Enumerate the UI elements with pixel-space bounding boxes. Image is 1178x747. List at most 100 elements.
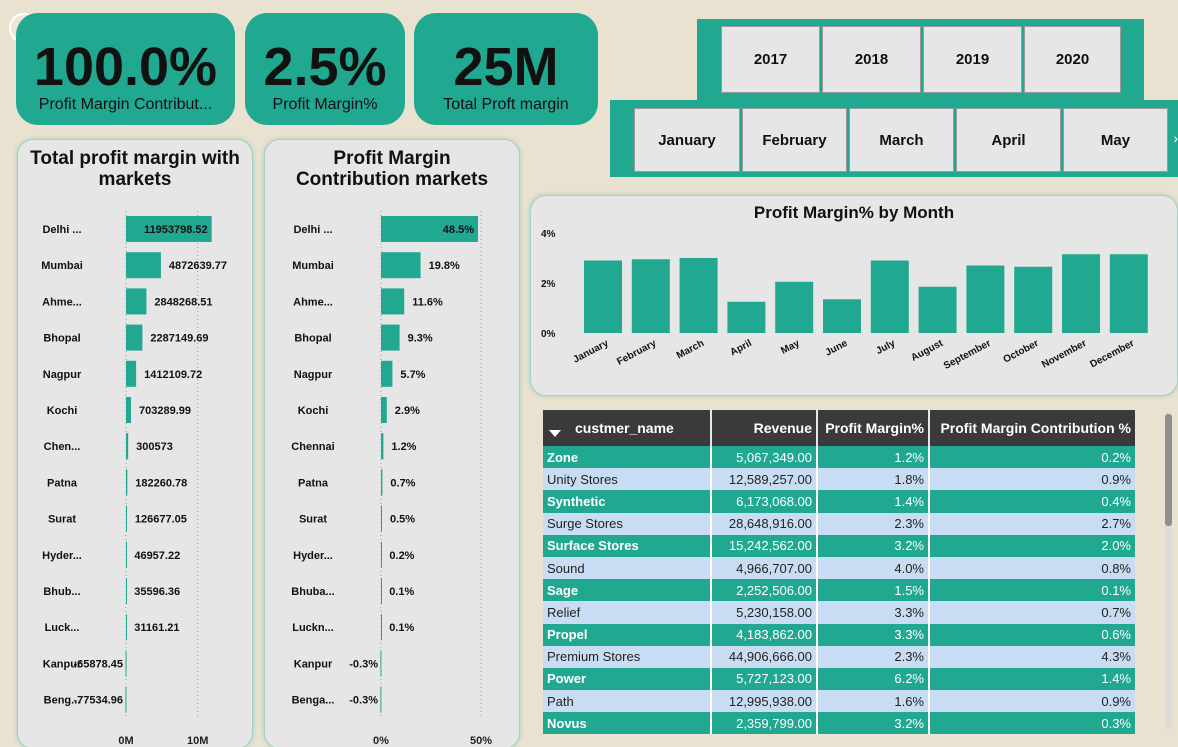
table-row[interactable]: Power 5,727,123.00 6.2% 1.4%	[543, 667, 1135, 691]
month-button-march[interactable]: March	[849, 108, 954, 172]
table-row[interactable]: Surface Stores 15,242,562.00 3.2% 2.0%	[543, 534, 1135, 557]
cell-profit-margin-pct: 4.0%	[817, 556, 930, 580]
bar[interactable]	[380, 686, 382, 713]
bar[interactable]	[126, 505, 127, 532]
column-bar[interactable]	[727, 301, 766, 333]
x-tick-label: 10M	[187, 735, 208, 747]
month-button-april[interactable]: April	[956, 108, 1061, 172]
category-label: Mumbai	[292, 260, 334, 272]
cell-revenue: 15,242,562.00	[711, 534, 818, 557]
cell-profit-margin-contribution: 4.3%	[929, 645, 1135, 668]
column-chart-svg: 4% 2% 0% January February March April May June Ju…	[541, 229, 1148, 372]
table-row[interactable]: Sound 4,966,707.00 4.0% 0.8%	[543, 556, 1135, 580]
bar[interactable]	[126, 397, 132, 423]
bar[interactable]	[126, 433, 129, 460]
category-label: Bhub...	[43, 586, 80, 598]
data-label: 1412109.72	[144, 369, 202, 381]
table-row[interactable]: Premium Stores 44,906,666.00 2.3% 4.3%	[543, 645, 1135, 668]
category-label: Patna	[47, 477, 78, 489]
cell-profit-margin-contribution: 2.0%	[929, 534, 1135, 557]
column-bar[interactable]	[775, 281, 814, 333]
bar[interactable]	[381, 324, 400, 351]
month-button-february[interactable]: February	[742, 108, 847, 172]
bar-chart-svg: 0M 10M Delhi ... 11953798.52 Mumbai 4872639.7…	[41, 211, 227, 747]
bar[interactable]	[381, 578, 382, 604]
cell-profit-margin-pct: 2.3%	[817, 645, 930, 668]
slicer-scroll-right-icon[interactable]: ›	[1173, 130, 1178, 146]
bar[interactable]	[381, 469, 383, 496]
bar[interactable]	[126, 541, 127, 568]
cell-customer-name: Surge Stores	[543, 512, 712, 535]
year-button-2020[interactable]: 2020	[1024, 26, 1121, 93]
year-button-2018[interactable]: 2018	[822, 26, 921, 93]
cell-customer-name: Path	[543, 690, 712, 713]
column-header-revenue[interactable]: Revenue	[711, 410, 818, 446]
chart-profit-margin-contribution-markets: Profit Margin Contribution markets 0% 50%…	[264, 139, 520, 747]
bar[interactable]	[126, 288, 147, 315]
column-bar[interactable]	[1062, 254, 1100, 333]
table-row[interactable]: Surge Stores 28,648,916.00 2.3% 2.7%	[543, 512, 1135, 535]
bar[interactable]	[125, 686, 127, 713]
column-bar[interactable]	[679, 258, 718, 333]
bar[interactable]	[381, 252, 421, 279]
bar[interactable]	[126, 578, 127, 604]
month-button-may[interactable]: May	[1063, 108, 1168, 172]
cell-profit-margin-pct: 1.2%	[817, 446, 930, 469]
table-row[interactable]: Path 12,995,938.00 1.6% 0.9%	[543, 690, 1135, 713]
kpi-label: Profit Margin%	[272, 96, 378, 113]
column-bar[interactable]	[823, 299, 861, 333]
data-label: 703289.99	[139, 405, 191, 417]
bar[interactable]	[381, 288, 405, 315]
column-bar[interactable]	[870, 260, 909, 334]
bar[interactable]	[381, 433, 384, 460]
category-label: Luck...	[45, 622, 80, 634]
data-label: -77534.96	[73, 695, 123, 707]
x-tick-label: October	[1002, 338, 1041, 366]
category-label: Surat	[299, 514, 327, 526]
bar[interactable]	[381, 505, 382, 532]
bar[interactable]	[380, 650, 382, 677]
table-row[interactable]: Novus 2,359,799.00 3.2% 0.3%	[543, 712, 1135, 735]
table-row[interactable]: Propel 4,183,862.00 3.3% 0.6%	[543, 623, 1135, 646]
column-bar[interactable]	[918, 286, 957, 333]
bar[interactable]	[126, 252, 161, 279]
data-label: 5.7%	[400, 369, 425, 381]
bar[interactable]	[125, 650, 127, 677]
table-row[interactable]: Unity Stores 12,589,257.00 1.8% 0.9%	[543, 468, 1135, 491]
bar[interactable]	[381, 360, 393, 387]
table-scrollbar[interactable]	[1165, 412, 1172, 730]
month-button-january[interactable]: January	[634, 108, 740, 172]
column-bar[interactable]	[966, 265, 1005, 334]
column-header-profit-margin-contribution[interactable]: Profit Margin Contribution %	[929, 410, 1135, 446]
column-header-customer-name[interactable]: custmer_name	[543, 410, 712, 446]
bar[interactable]	[126, 360, 137, 387]
table-row[interactable]: Relief 5,230,158.00 3.3% 0.7%	[543, 601, 1135, 624]
table-body: Zone 5,067,349.00 1.2% 0.2% Unity Stores 12,5…	[543, 446, 1135, 735]
table-row[interactable]: Synthetic 6,173,068.00 1.4% 0.4%	[543, 490, 1135, 513]
bar[interactable]	[381, 614, 382, 641]
year-button-2017[interactable]: 2017	[721, 26, 820, 93]
x-tick-label: February	[615, 338, 658, 368]
data-label: 9.3%	[408, 333, 433, 345]
cell-profit-margin-pct: 3.2%	[817, 712, 930, 735]
bar[interactable]	[126, 324, 143, 351]
column-bar[interactable]	[1109, 254, 1148, 333]
bar[interactable]	[381, 397, 387, 423]
column-bar[interactable]	[584, 260, 622, 334]
scrollbar-thumb[interactable]	[1165, 414, 1172, 526]
column-bar[interactable]	[631, 259, 670, 333]
data-label: 0.5%	[390, 514, 415, 526]
category-label: Bhopal	[43, 333, 80, 345]
x-tick-label: March	[675, 338, 706, 362]
year-button-2019[interactable]: 2019	[923, 26, 1022, 93]
column-bar[interactable]	[1014, 266, 1053, 333]
bar[interactable]	[126, 469, 128, 496]
bar[interactable]	[381, 541, 382, 568]
column-header-profit-margin-pct[interactable]: Profit Margin%	[817, 410, 930, 446]
sort-descending-icon[interactable]	[549, 430, 561, 437]
table-row[interactable]: Zone 5,067,349.00 1.2% 0.2%	[543, 446, 1135, 469]
table-row[interactable]: Sage 2,252,506.00 1.5% 0.1%	[543, 579, 1135, 602]
cell-profit-margin-contribution: 0.2%	[929, 446, 1135, 469]
x-tick-label: June	[824, 338, 850, 359]
bar[interactable]	[126, 614, 127, 641]
